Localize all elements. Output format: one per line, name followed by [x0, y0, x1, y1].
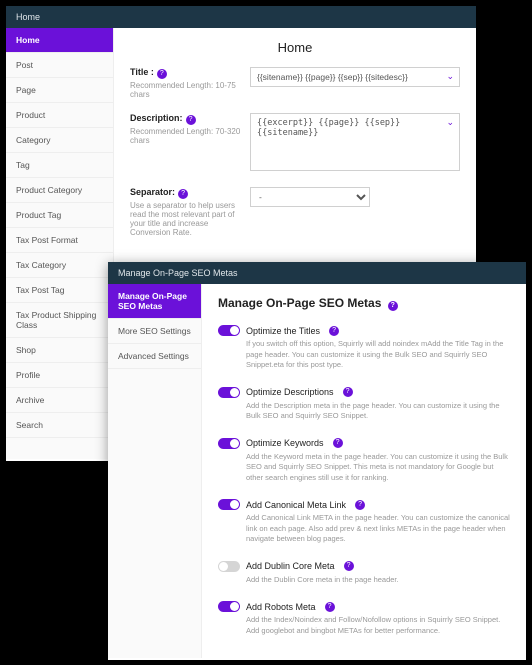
sidebar-item[interactable]: Search	[6, 413, 113, 438]
sidebar-item[interactable]: Product Category	[6, 178, 113, 203]
help-icon[interactable]: ?	[344, 561, 354, 571]
description-label: Description:	[130, 113, 183, 123]
help-icon[interactable]: ?	[333, 438, 343, 448]
sidebar-item[interactable]: Tax Post Format	[6, 228, 113, 253]
help-icon[interactable]: ?	[178, 189, 188, 199]
help-icon[interactable]: ?	[325, 602, 335, 612]
sep-hint: Use a separator to help users read the m…	[130, 201, 250, 237]
page-title: Manage On-Page SEO Metas ?	[218, 296, 510, 311]
sidebar-item[interactable]: Archive	[6, 388, 113, 413]
sidebar-item[interactable]: Product Tag	[6, 203, 113, 228]
sidebar-item[interactable]: Tax Category	[6, 253, 113, 278]
sidebar-item[interactable]: Tag	[6, 153, 113, 178]
separator-select[interactable]: -	[250, 187, 370, 207]
option-label: Add Canonical Meta Link	[246, 500, 346, 510]
seo-metas-panel: Manage On-Page SEO Metas Manage On-Page …	[108, 262, 526, 660]
help-icon[interactable]: ?	[157, 69, 167, 79]
sidebar-item[interactable]: Profile	[6, 363, 113, 388]
sidebar-item[interactable]: Advanced Settings	[108, 344, 201, 369]
toggle[interactable]	[218, 387, 240, 398]
desc-label-group: Description:? Recommended Length: 70-320…	[130, 113, 250, 173]
help-icon[interactable]: ?	[329, 326, 339, 336]
sidebar-item[interactable]: Post	[6, 53, 113, 78]
title-hint: Recommended Length: 10-75 chars	[130, 81, 250, 99]
option-desc: Add the Index/Noindex and Follow/Nofollo…	[218, 615, 510, 636]
separator-label: Separator:	[130, 187, 175, 197]
option-label: Optimize Descriptions	[246, 387, 334, 397]
option-row: Optimize Keywords? Add the Keyword meta i…	[218, 438, 510, 484]
toggle[interactable]	[218, 561, 240, 572]
option-row: Add Dublin Core Meta? Add the Dublin Core…	[218, 561, 510, 586]
option-desc: Add the Keyword meta in the page header.…	[218, 452, 510, 484]
option-row: Add Robots Meta? Add the Index/Noindex an…	[218, 601, 510, 636]
title-input[interactable]	[250, 67, 460, 87]
main-content: Manage On-Page SEO Metas ? Optimize the …	[202, 284, 526, 658]
toggle[interactable]	[218, 325, 240, 336]
help-icon[interactable]: ?	[388, 301, 398, 311]
sidebar-item[interactable]: Tax Post Tag	[6, 278, 113, 303]
topbar: Home	[6, 6, 476, 28]
option-desc: If you switch off this option, Squirrly …	[218, 339, 510, 371]
sidebar-item[interactable]: Category	[6, 128, 113, 153]
sidebar: Manage On-Page SEO MetasMore SEO Setting…	[108, 284, 202, 658]
option-label: Optimize Keywords	[246, 438, 324, 448]
page-title: Home	[130, 40, 460, 55]
option-row: Optimize Descriptions? Add the Descriptio…	[218, 387, 510, 422]
help-icon[interactable]: ?	[355, 500, 365, 510]
option-desc: Add the Description meta in the page hea…	[218, 401, 510, 422]
description-input[interactable]: {{excerpt}} {{page}} {{sep}} {{sitename}…	[250, 113, 460, 171]
sidebar-item[interactable]: Tax Product Shipping Class	[6, 303, 113, 338]
option-row: Add Canonical Meta Link? Add Canonical Li…	[218, 499, 510, 545]
toggle[interactable]	[218, 601, 240, 612]
sidebar-item[interactable]: Home	[6, 28, 113, 53]
topbar: Manage On-Page SEO Metas	[108, 262, 526, 284]
sidebar-item[interactable]: More SEO Settings	[108, 319, 201, 344]
option-desc: Add the Dublin Core meta in the page hea…	[218, 575, 510, 586]
sidebar-item[interactable]: Page	[6, 78, 113, 103]
desc-hint: Recommended Length: 70-320 chars	[130, 127, 250, 145]
option-desc: Add Canonical Link META in the page head…	[218, 513, 510, 545]
option-row: Optimize the Titles? If you switch off th…	[218, 325, 510, 371]
sidebar: HomePostPageProductCategoryTagProduct Ca…	[6, 28, 114, 459]
sidebar-item[interactable]: Shop	[6, 338, 113, 363]
help-icon[interactable]: ?	[186, 115, 196, 125]
toggle[interactable]	[218, 438, 240, 449]
sep-label-group: Separator:? Use a separator to help user…	[130, 187, 250, 237]
option-label: Add Dublin Core Meta	[246, 561, 335, 571]
option-label: Optimize the Titles	[246, 326, 320, 336]
title-label-group: Title :? Recommended Length: 10-75 chars	[130, 67, 250, 99]
toggle[interactable]	[218, 499, 240, 510]
sidebar-item[interactable]: Product	[6, 103, 113, 128]
sidebar-item[interactable]: Manage On-Page SEO Metas	[108, 284, 201, 319]
help-icon[interactable]: ?	[343, 387, 353, 397]
option-label: Add Robots Meta	[246, 602, 316, 612]
title-label: Title :	[130, 67, 154, 77]
